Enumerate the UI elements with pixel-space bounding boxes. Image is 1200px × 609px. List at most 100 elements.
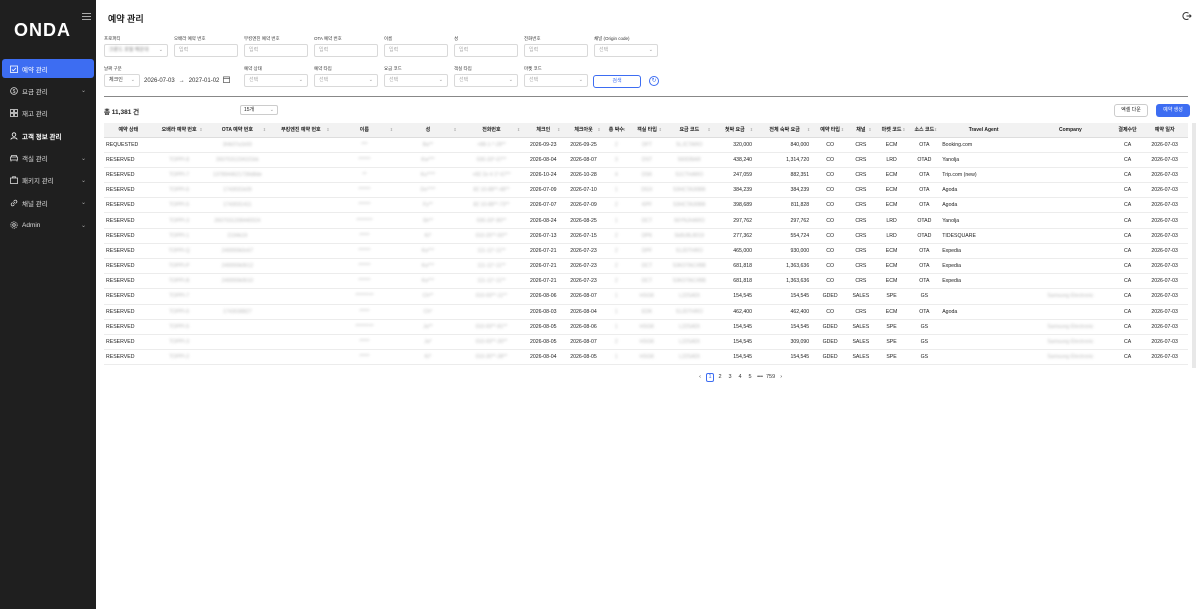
table-cell: Expedia xyxy=(940,243,1028,260)
filter-select[interactable]: 크룬드 호텔 해운대 ⌄ xyxy=(104,44,168,57)
column-header-5[interactable]: 성 ⇕ xyxy=(396,123,460,138)
filter-select[interactable]: 선택 ⌄ xyxy=(454,74,518,87)
table-scrollbar[interactable] xyxy=(1192,123,1196,368)
sort-icon[interactable]: ⇕ xyxy=(326,127,329,132)
column-header-11[interactable]: 요금 코드 ⇕ xyxy=(665,123,714,138)
table-cell: GDED xyxy=(813,288,848,305)
column-header-3[interactable]: 부킹엔진 예약 번호 ⇕ xyxy=(269,123,333,138)
last-page-button[interactable]: 759 xyxy=(766,373,775,382)
sidebar-item-0[interactable]: 예약 관리 xyxy=(2,59,94,78)
column-header-16[interactable]: 마켓 코드 ⇕ xyxy=(874,123,909,138)
sort-icon[interactable]: ⇕ xyxy=(623,127,626,132)
column-header-6[interactable]: 전화번호 ⇕ xyxy=(459,123,524,138)
logout-icon[interactable] xyxy=(1182,11,1192,21)
column-header-12[interactable]: 첫박 요금 ⇕ xyxy=(713,123,757,138)
sidebar-item-7[interactable]: Admin ⌄ xyxy=(2,216,94,235)
filter-input[interactable]: 입력 xyxy=(384,44,448,57)
prev-page-button[interactable]: ‹ xyxy=(696,373,704,382)
filter-select[interactable]: 선택 ⌄ xyxy=(594,44,658,57)
calendar-icon[interactable] xyxy=(223,76,231,85)
column-header-19[interactable]: Company xyxy=(1027,123,1114,138)
refresh-icon[interactable]: ↻ xyxy=(649,76,659,86)
create-reservation-button[interactable]: 예약 생성 xyxy=(1156,104,1190,117)
sort-icon[interactable]: ⇕ xyxy=(750,127,753,132)
column-header-8[interactable]: 체크아웃 ⇕ xyxy=(563,123,604,138)
sidebar-item-2[interactable]: 재고 관리 xyxy=(2,104,94,123)
date-range-input[interactable]: 2026-07-03 → 2027-01-02 xyxy=(144,74,240,87)
table-row[interactable]: RESERVED TOPPI-3 2607031208440024 ******** S… xyxy=(104,212,1188,229)
table-row[interactable]: RESERVED TOPPI-7 1378944621739d8de ** Ku****… xyxy=(104,167,1188,184)
page-3-button[interactable]: 3 xyxy=(726,373,734,382)
filter-select[interactable]: 선택 ⌄ xyxy=(524,74,588,87)
table-row[interactable]: RESERVED TOPPI-B 249990k0610 ****** Ka*** 111… xyxy=(104,273,1188,290)
column-header-1[interactable]: 오배라 예약 번호 ⇕ xyxy=(152,123,206,138)
sidebar-item-5[interactable]: 패키지 관리 ⌄ xyxy=(2,171,94,190)
sort-icon[interactable]: ⇕ xyxy=(453,127,456,132)
sort-icon[interactable]: ⇕ xyxy=(902,127,905,132)
table-row[interactable]: RESERVED TOPPI-1 2194k19 ***** Ki* 010-25**-5… xyxy=(104,228,1188,244)
table-row[interactable]: RESERVED TOPPI-2 ***** Ki* 010-30**-38** 2026… xyxy=(104,349,1188,366)
filter-input[interactable]: 입력 xyxy=(314,44,378,57)
table-row[interactable]: RESERVED TOPPI-8 2607031234101kk ****** Kw**… xyxy=(104,152,1188,168)
excel-download-button[interactable]: 엑셀 다운 xyxy=(1114,104,1148,117)
sort-icon[interactable]: ⇕ xyxy=(517,127,520,132)
column-header-10[interactable]: 객실 타입 ⇕ xyxy=(629,123,666,138)
chevron-down-icon: ⌄ xyxy=(80,155,86,162)
sidebar-item-4[interactable]: 객실 관리 ⌄ xyxy=(2,149,94,168)
sort-icon[interactable]: ⇕ xyxy=(263,127,266,132)
column-header-21[interactable]: 예약 일자 xyxy=(1141,123,1188,138)
filter-input[interactable]: 입력 xyxy=(454,44,518,57)
page-5-button[interactable]: 5 xyxy=(746,373,754,382)
filter-input[interactable]: 입력 xyxy=(524,44,588,57)
hamburger-menu-icon[interactable] xyxy=(82,13,91,21)
sort-icon[interactable]: ⇕ xyxy=(934,127,937,132)
sidebar-item-1[interactable]: $ 요금 관리 ⌄ xyxy=(2,81,94,100)
sort-icon[interactable]: ⇕ xyxy=(707,127,710,132)
filter-select[interactable]: 선택 ⌄ xyxy=(314,74,378,87)
column-header-13[interactable]: 전체 숙박 요금 ⇕ xyxy=(756,123,814,138)
pagination-ellipsis[interactable]: ••• xyxy=(756,373,764,382)
page-size-select[interactable]: 15개 ⌄ xyxy=(240,105,278,115)
column-header-7[interactable]: 체크인 ⇕ xyxy=(523,123,564,138)
onda-logo[interactable]: ONDA xyxy=(14,20,71,41)
page-1-button[interactable]: 1 xyxy=(706,373,714,382)
page-2-button[interactable]: 2 xyxy=(716,373,724,382)
column-header-14[interactable]: 예약 타입 ⇕ xyxy=(813,123,848,138)
filter-input[interactable]: 입력 xyxy=(244,44,308,57)
sidebar-item-6[interactable]: 채널 관리 ⌄ xyxy=(2,193,94,212)
search-button[interactable]: 검색 xyxy=(593,75,641,88)
table-row[interactable]: RESERVED TOPPI-6 1743031k09 ****** Do**** 82 … xyxy=(104,182,1188,199)
page-4-button[interactable]: 4 xyxy=(736,373,744,382)
table-row[interactable]: RESERVED TOPPI-P 249990k0612 ****** Ka*** 111… xyxy=(104,258,1188,275)
next-page-button[interactable]: › xyxy=(777,373,785,382)
sort-icon[interactable]: ⇕ xyxy=(597,127,600,132)
table-row[interactable]: RESERVED TOPPI-7 ********* Ch** 010-93**-11*… xyxy=(104,288,1188,305)
sort-icon[interactable]: ⇕ xyxy=(807,127,810,132)
column-header-17[interactable]: 소스 코드 ⇕ xyxy=(908,123,941,138)
table-row[interactable]: RESERVED TOPPI-5 ********* Ja** 010-93**-81*… xyxy=(104,319,1188,335)
filter-input[interactable]: 입력 xyxy=(174,44,238,57)
sort-icon[interactable]: ⇕ xyxy=(557,127,560,132)
column-header-20[interactable]: 결제수단 xyxy=(1113,123,1142,138)
sort-icon[interactable]: ⇕ xyxy=(868,127,871,132)
table-row[interactable]: REQUESTED 3Hk07a1k93 *** Ba** +88-1-*-28** 20… xyxy=(104,137,1188,153)
table-row[interactable]: RESERVED TOPPI-Q 249990k0n67 ****** Ka*** 111… xyxy=(104,243,1188,260)
table-cell: CRS xyxy=(847,152,875,168)
column-header-4[interactable]: 이름 ⇕ xyxy=(332,123,397,138)
table-row[interactable]: RESERVED TOPPI-3 ***** Ja* 010-93**-30** 2026… xyxy=(104,334,1188,351)
sidebar-item-3[interactable]: 고객 정보 관리 xyxy=(2,126,94,145)
table-row[interactable]: RESERVED TOPPI-6 1743038827 ***** Ch* 2026-08… xyxy=(104,304,1188,320)
column-header-2[interactable]: OTA 예약 번호 ⇕ xyxy=(205,123,270,138)
column-header-0[interactable]: 예약 상태 xyxy=(104,123,153,138)
sort-icon[interactable]: ⇕ xyxy=(199,127,202,132)
table-row[interactable]: RESERVED TOPPI-5 1743031411 ****** Fy** 82 10… xyxy=(104,197,1188,214)
column-header-9[interactable]: 총 박수 ⇕ xyxy=(603,123,630,138)
filter-select[interactable]: 선택 ⌄ xyxy=(384,74,448,87)
date-type-select[interactable]: 체크인 ⌄ xyxy=(104,74,140,87)
column-header-15[interactable]: 채널 ⇕ xyxy=(847,123,875,138)
sort-icon[interactable]: ⇕ xyxy=(659,127,662,132)
filter-select[interactable]: 선택 ⌄ xyxy=(244,74,308,87)
sort-icon[interactable]: ⇕ xyxy=(390,127,393,132)
column-header-18[interactable]: Travel Agent xyxy=(940,123,1028,138)
sort-icon[interactable]: ⇕ xyxy=(841,127,844,132)
